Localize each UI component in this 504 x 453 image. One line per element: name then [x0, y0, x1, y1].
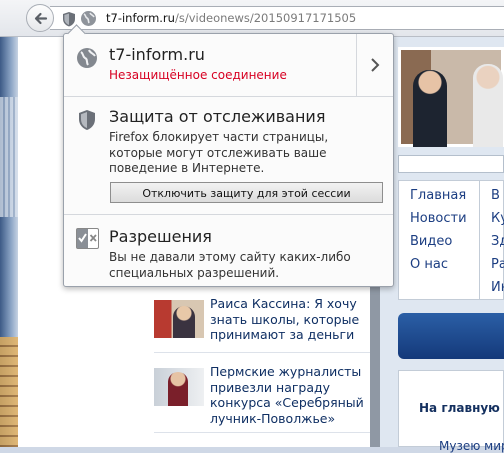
- tracking-protection-description: Firefox блокирует части страницы, которы…: [109, 130, 329, 175]
- menu-link-video[interactable]: Видео: [410, 234, 452, 249]
- blue-banner-button[interactable]: [398, 313, 504, 359]
- chevron-right-icon: [371, 58, 380, 72]
- menu-link-about[interactable]: О нас: [410, 257, 448, 272]
- url-bar[interactable]: t7-inform.ru/s/videonews/20150917171505: [50, 6, 504, 30]
- menu-link-home[interactable]: Главная: [410, 188, 466, 203]
- security-details-button[interactable]: [356, 34, 393, 96]
- news-item[interactable]: Раиса Кассина: Я хочу знать школы, котор…: [154, 296, 370, 366]
- url-path: /s/videonews/20150917171505: [174, 11, 357, 25]
- url-host: t7-inform.ru: [106, 11, 175, 25]
- site-section[interactable]: t7-inform.ru Незащищённое соединение: [64, 34, 393, 96]
- menu-divider: [479, 181, 480, 299]
- news-list: Раиса Кассина: Я хочу знать школы, котор…: [146, 280, 370, 447]
- news-title[interactable]: Раиса Кассина: Я хочу знать школы, котор…: [210, 296, 370, 343]
- permissions-description: Вы не давали этому сайту каких-либо спец…: [109, 250, 351, 280]
- person-figure: [173, 306, 195, 338]
- news-thumbnail[interactable]: [154, 368, 204, 406]
- menu-link-cut[interactable]: Зд: [491, 234, 504, 249]
- menu-link-news[interactable]: Новости: [410, 211, 467, 226]
- home-link[interactable]: На главную -: [419, 401, 504, 415]
- shield-icon: [78, 109, 96, 135]
- building-window-decoration: [0, 337, 18, 447]
- disable-protection-button[interactable]: Отключить защиту для этой сессии: [110, 182, 383, 203]
- lower-info-box: На главную - Музею мира: [398, 370, 504, 453]
- back-button[interactable]: [26, 4, 54, 32]
- site-identity-popup: t7-inform.ru Незащищённое соединение Защ…: [63, 24, 394, 287]
- tracking-protection-title: Защита от отслеживания: [109, 107, 326, 126]
- permissions-section: Разрешения Вы не давали этому сайту каки…: [64, 215, 393, 287]
- menu-link-cut[interactable]: Ин: [491, 280, 504, 295]
- news-divider: [154, 432, 370, 433]
- page-left-background: [0, 37, 18, 447]
- back-arrow-icon: [34, 12, 48, 25]
- person-figure: [473, 64, 503, 147]
- permissions-title: Разрешения: [109, 227, 212, 246]
- url-text[interactable]: t7-inform.ru/s/videonews/20150917171505: [106, 11, 356, 25]
- permissions-icon: [76, 228, 99, 253]
- side-menu: Главная Новости Видео О нас В Ку Зд Ра И…: [398, 180, 504, 300]
- news-divider: [154, 352, 370, 353]
- news-title[interactable]: Пермские журналисты привезли награду кон…: [210, 364, 370, 426]
- search-field[interactable]: [398, 155, 504, 173]
- globe-icon: [76, 47, 98, 73]
- person-figure: [413, 70, 447, 147]
- news-item[interactable]: Пермские журналисты привезли награду кон…: [154, 364, 370, 430]
- connection-status: Незащищённое соединение: [109, 68, 287, 82]
- site-info-globe-icon[interactable]: [80, 10, 97, 31]
- building-decoration: [0, 97, 18, 217]
- menu-link-cut[interactable]: Ку: [491, 211, 504, 226]
- menu-link-cut[interactable]: В: [491, 188, 500, 203]
- museum-link[interactable]: Музею мира: [439, 439, 504, 453]
- news-thumbnail[interactable]: [154, 300, 204, 338]
- header-photo[interactable]: [398, 47, 504, 147]
- person-figure: [168, 372, 188, 406]
- site-host: t7-inform.ru: [109, 45, 205, 64]
- menu-link-cut[interactable]: Ра: [491, 257, 504, 272]
